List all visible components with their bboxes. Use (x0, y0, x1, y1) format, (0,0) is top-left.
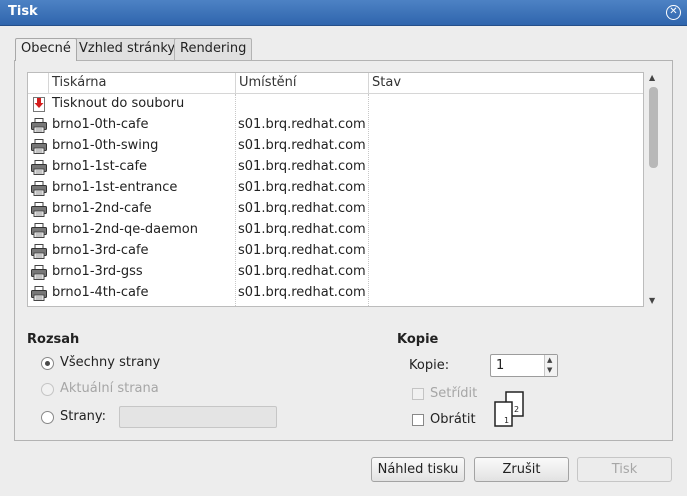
printer-row[interactable]: brno1-3rd-gss s01.brq.redhat.com (28, 262, 643, 283)
collate-checkbox (412, 388, 424, 400)
printer-name: brno1-4th-cafe (52, 285, 149, 300)
printer-row[interactable]: brno1-0th-swing s01.brq.redhat.com (28, 136, 643, 157)
close-icon[interactable]: ✕ (666, 5, 681, 20)
printer-location: s01.brq.redhat.com (238, 159, 366, 174)
collate-preview-page-label: 2 (514, 405, 519, 414)
printer-list-header: Tiskárna Umístění Stav (28, 73, 643, 94)
window-title: Tisk (8, 4, 38, 19)
printer-row[interactable]: Tisknout do souboru (28, 94, 643, 115)
all-pages-label[interactable]: Všechny strany (60, 355, 160, 370)
range-section-title: Rozsah (27, 332, 80, 347)
current-page-label: Aktuální strana (60, 381, 159, 396)
printer-name: brno1-0th-swing (52, 138, 159, 153)
printer-name: brno1-2nd-qe-daemon (52, 222, 198, 237)
printer-icon (31, 139, 47, 154)
tab-rendering[interactable]: Rendering (174, 38, 253, 60)
copies-value[interactable]: 1 (496, 358, 504, 373)
collate-label: Setřídit (430, 386, 478, 401)
printer-location: s01.brq.redhat.com (238, 201, 366, 216)
printer-icon (31, 286, 47, 301)
copies-label: Kopie: (409, 358, 450, 373)
printer-name: brno1-0th-cafe (52, 117, 149, 132)
printer-location: s01.brq.redhat.com (238, 285, 366, 300)
printer-name: brno1-3rd-gss (52, 264, 143, 279)
printer-name: brno1-2nd-cafe (52, 201, 152, 216)
printer-name: brno1-3rd-cafe (52, 243, 149, 258)
pages-radio[interactable] (41, 411, 54, 424)
printer-location: s01.brq.redhat.com (238, 180, 366, 195)
printer-list[interactable]: Tiskárna Umístění Stav Tisknout do soubo… (27, 72, 644, 307)
title-bar: Tisk ✕ (0, 0, 687, 26)
all-pages-radio[interactable] (41, 357, 54, 370)
current-page-radio (41, 383, 54, 396)
tab-general[interactable]: Obecné (15, 38, 77, 61)
copies-section-title: Kopie (397, 332, 439, 347)
printer-row[interactable]: brno1-4th-cafe s01.brq.redhat.com (28, 283, 643, 304)
printer-row[interactable]: brno1-3rd-cafe s01.brq.redhat.com (28, 241, 643, 262)
printer-row[interactable]: brno1-0th-cafe s01.brq.redhat.com (28, 115, 643, 136)
column-header-printer[interactable]: Tiskárna (48, 73, 235, 94)
tab-label: Rendering (180, 41, 247, 56)
printer-name: brno1-1st-entrance (52, 180, 178, 195)
column-header-location[interactable]: Umístění (235, 73, 368, 94)
printer-icon (31, 181, 47, 196)
copies-spinbutton[interactable]: 1 ▲ ▼ (490, 354, 558, 377)
printer-location: s01.brq.redhat.com (238, 117, 366, 132)
scroll-up-icon[interactable]: ▲ (649, 73, 655, 82)
printer-location: s01.brq.redhat.com (238, 222, 366, 237)
printer-icon (31, 223, 47, 238)
collate-preview-page-label: 1 (504, 416, 509, 425)
decrement-icon[interactable]: ▼ (547, 366, 552, 374)
printer-name: brno1-1st-cafe (52, 159, 148, 174)
column-header-status[interactable]: Stav (368, 73, 643, 94)
tab-label: Obecné (21, 41, 71, 56)
tab-page-setup[interactable]: Vzhled stránky (73, 38, 182, 60)
tab-label: Vzhled stránky (79, 41, 176, 56)
collate-preview-icon: 2 1 (494, 391, 524, 427)
printer-icon (31, 202, 47, 217)
printer-icon (31, 160, 47, 175)
copies-stepper[interactable]: ▲ ▼ (544, 355, 557, 376)
printer-location: s01.brq.redhat.com (238, 138, 366, 153)
pages-label[interactable]: Strany: (60, 409, 106, 424)
printer-location: s01.brq.redhat.com (238, 243, 366, 258)
scroll-down-icon[interactable]: ▼ (649, 296, 655, 305)
printer-list-scrollbar[interactable]: ▲ ▼ (647, 72, 661, 307)
printer-location: s01.brq.redhat.com (238, 264, 366, 279)
reverse-label[interactable]: Obrátit (430, 412, 476, 427)
pages-input[interactable] (119, 406, 277, 428)
printer-row[interactable]: brno1-1st-entrance s01.brq.redhat.com (28, 178, 643, 199)
cancel-button[interactable]: Zrušit (474, 457, 569, 482)
printer-row[interactable]: brno1-2nd-cafe s01.brq.redhat.com (28, 199, 643, 220)
print-button: Tisk (577, 457, 672, 482)
printer-icon (31, 265, 47, 280)
printer-row[interactable]: brno1-2nd-qe-daemon s01.brq.redhat.com (28, 220, 643, 241)
scrollbar-thumb[interactable] (649, 87, 658, 168)
print-to-file-icon (31, 97, 47, 112)
reverse-checkbox[interactable] (412, 414, 424, 426)
printer-row[interactable]: brno1-1st-cafe s01.brq.redhat.com (28, 157, 643, 178)
increment-icon[interactable]: ▲ (547, 356, 552, 364)
printer-icon (31, 244, 47, 259)
printer-icon (31, 118, 47, 133)
printer-name: Tisknout do souboru (52, 96, 185, 111)
print-preview-button[interactable]: Náhled tisku (371, 457, 465, 482)
